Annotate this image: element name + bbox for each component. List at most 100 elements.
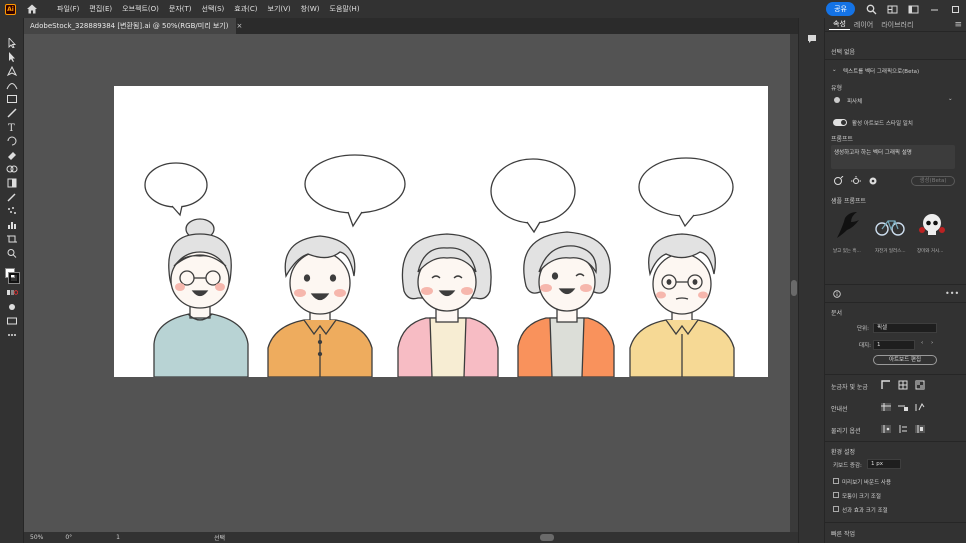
- vertical-scroll-thumb[interactable]: [791, 280, 797, 296]
- info-icon[interactable]: [833, 290, 841, 298]
- artboard-dropdown[interactable]: 1: [873, 340, 915, 350]
- sample-caption-3: 장미와 거시...: [917, 249, 944, 254]
- more-options-icon[interactable]: •••: [945, 289, 959, 298]
- rectangle-tool-icon[interactable]: [6, 94, 18, 104]
- show-guides-icon[interactable]: [880, 402, 892, 412]
- chevron-down-icon[interactable]: ⌄: [832, 67, 837, 73]
- settings-gear-icon[interactable]: [867, 176, 879, 186]
- prompt-label: 프롬프트: [831, 136, 854, 143]
- type-tool-icon[interactable]: T: [6, 122, 18, 132]
- snap-to-pixel-icon[interactable]: [914, 424, 926, 434]
- vertical-scrollbar[interactable]: [790, 34, 798, 532]
- column-graph-tool-icon[interactable]: [6, 220, 18, 230]
- snap-to-point-icon[interactable]: [880, 424, 892, 434]
- direct-selection-tool-icon[interactable]: [6, 52, 18, 62]
- comments-icon[interactable]: [807, 34, 817, 44]
- tab-libraries[interactable]: 라이브러리: [877, 20, 917, 30]
- sample-bird-thumbnail[interactable]: [831, 208, 865, 242]
- arrange-documents-icon[interactable]: [908, 4, 919, 15]
- artboard-navigator[interactable]: 1: [114, 534, 122, 541]
- generate-button[interactable]: 생성(Beta): [911, 176, 955, 186]
- share-button[interactable]: 공유: [826, 2, 855, 16]
- edit-artboards-button[interactable]: 아트보드 편집: [873, 355, 937, 365]
- match-style-toggle[interactable]: [833, 119, 847, 126]
- document-tab[interactable]: AdobeStock_328889384 [변환됨].ai @ 50%(RGB/…: [24, 18, 242, 34]
- curvature-tool-icon[interactable]: [6, 80, 18, 90]
- home-icon[interactable]: [26, 3, 38, 15]
- person-1: [153, 218, 249, 377]
- type-dropdown-value[interactable]: 피사체: [847, 97, 862, 105]
- close-tab-icon[interactable]: ×: [236, 22, 242, 30]
- divider: [825, 522, 966, 523]
- artboard-next-icon[interactable]: ›: [931, 340, 933, 346]
- scale-strokes-checkbox[interactable]: [833, 506, 839, 512]
- shape-builder-tool-icon[interactable]: [6, 164, 18, 174]
- person-3: [397, 233, 499, 377]
- scale-corners-label: 모퉁이 크기 조절: [842, 494, 881, 500]
- stroke-swatch[interactable]: [8, 272, 20, 284]
- rulers-grids-label: 눈금자 및 눈금: [831, 384, 868, 391]
- more-tools-icon[interactable]: [6, 330, 18, 340]
- type-label: 유형: [831, 85, 843, 92]
- artboard[interactable]: [114, 86, 768, 377]
- menu-select[interactable]: 선택(S): [197, 4, 230, 14]
- tab-properties[interactable]: 속성: [829, 19, 850, 30]
- match-style-label: 활성 아트보드 스타일 일치: [852, 121, 913, 127]
- symbol-sprayer-tool-icon[interactable]: [6, 206, 18, 216]
- zoom-tool-icon[interactable]: [6, 248, 18, 258]
- workspace-grid-icon[interactable]: [887, 4, 898, 15]
- draw-mode-icon[interactable]: [6, 302, 18, 312]
- sample-bicycle-thumbnail[interactable]: [873, 208, 907, 242]
- smart-guides-icon[interactable]: [914, 402, 926, 412]
- main-menu: 파일(F) 편집(E) 오브젝트(O) 문자(T) 선택(S) 효과(C) 보기…: [52, 4, 365, 14]
- snap-options-label: 물리기 옵션: [831, 428, 861, 435]
- no-selection-label: 선택 없음: [831, 49, 855, 56]
- window-minimize-icon[interactable]: [929, 4, 940, 15]
- tab-layers[interactable]: 레이어: [850, 20, 877, 30]
- horizontal-scroll-thumb[interactable]: [540, 534, 554, 541]
- ruler-icon[interactable]: [880, 380, 892, 390]
- menu-file[interactable]: 파일(F): [52, 4, 84, 14]
- tool-status: 선택: [214, 535, 226, 542]
- eyedropper-tool-icon[interactable]: [6, 192, 18, 202]
- rotate-tool-icon[interactable]: [6, 136, 18, 146]
- rotation-value[interactable]: 0°: [63, 534, 74, 541]
- eraser-tool-icon[interactable]: [6, 150, 18, 160]
- selection-tool-icon[interactable]: [6, 38, 18, 48]
- panel-menu-icon[interactable]: ≡: [954, 20, 962, 30]
- units-dropdown[interactable]: 픽셀: [873, 323, 937, 333]
- menu-view[interactable]: 보기(V): [263, 4, 296, 14]
- paintbrush-tool-icon[interactable]: [6, 108, 18, 118]
- lock-guides-icon[interactable]: [897, 402, 909, 412]
- text-to-vector-section[interactable]: 텍스트를 벡터 그래픽으로(Beta): [843, 67, 919, 75]
- zoom-level[interactable]: 50%: [28, 534, 45, 541]
- type-dropdown-chevron-icon[interactable]: ⌄: [948, 96, 953, 102]
- window-restore-icon[interactable]: [950, 4, 961, 15]
- screen-mode-icon[interactable]: [6, 316, 18, 326]
- pen-tool-icon[interactable]: [6, 66, 18, 76]
- menu-object[interactable]: 오브젝트(O): [117, 4, 164, 14]
- sample-skull-rose-thumbnail[interactable]: [915, 208, 949, 242]
- effects-icon[interactable]: [850, 176, 862, 186]
- generate-label: 생성(Beta): [919, 178, 947, 184]
- keyboard-increment-field[interactable]: 1 px: [867, 459, 901, 469]
- menu-edit[interactable]: 편집(E): [84, 4, 117, 14]
- gradient-tool-icon[interactable]: [6, 178, 18, 188]
- canvas-area[interactable]: [24, 34, 790, 532]
- menu-help[interactable]: 도움말(H): [325, 4, 365, 14]
- sample-style-icon[interactable]: [833, 176, 845, 186]
- menu-effect[interactable]: 효과(C): [229, 4, 262, 14]
- transparency-grid-icon[interactable]: [914, 380, 926, 390]
- artboard-prev-icon[interactable]: ‹: [921, 340, 923, 346]
- prompt-input[interactable]: 생성하고자 하는 벡터 그래픽 설명: [831, 145, 955, 169]
- search-icon[interactable]: [866, 4, 877, 15]
- snap-to-grid-icon[interactable]: [897, 424, 909, 434]
- preview-bounds-checkbox[interactable]: [833, 478, 839, 484]
- grid-icon[interactable]: [897, 380, 909, 390]
- menu-type[interactable]: 문자(T): [164, 4, 197, 14]
- menu-window[interactable]: 창(W): [296, 4, 325, 14]
- keyboard-increment-value: 1 px: [871, 461, 883, 467]
- color-mode-icon[interactable]: [6, 288, 18, 298]
- scale-corners-checkbox[interactable]: [833, 492, 839, 498]
- artboard-tool-icon[interactable]: [6, 234, 18, 244]
